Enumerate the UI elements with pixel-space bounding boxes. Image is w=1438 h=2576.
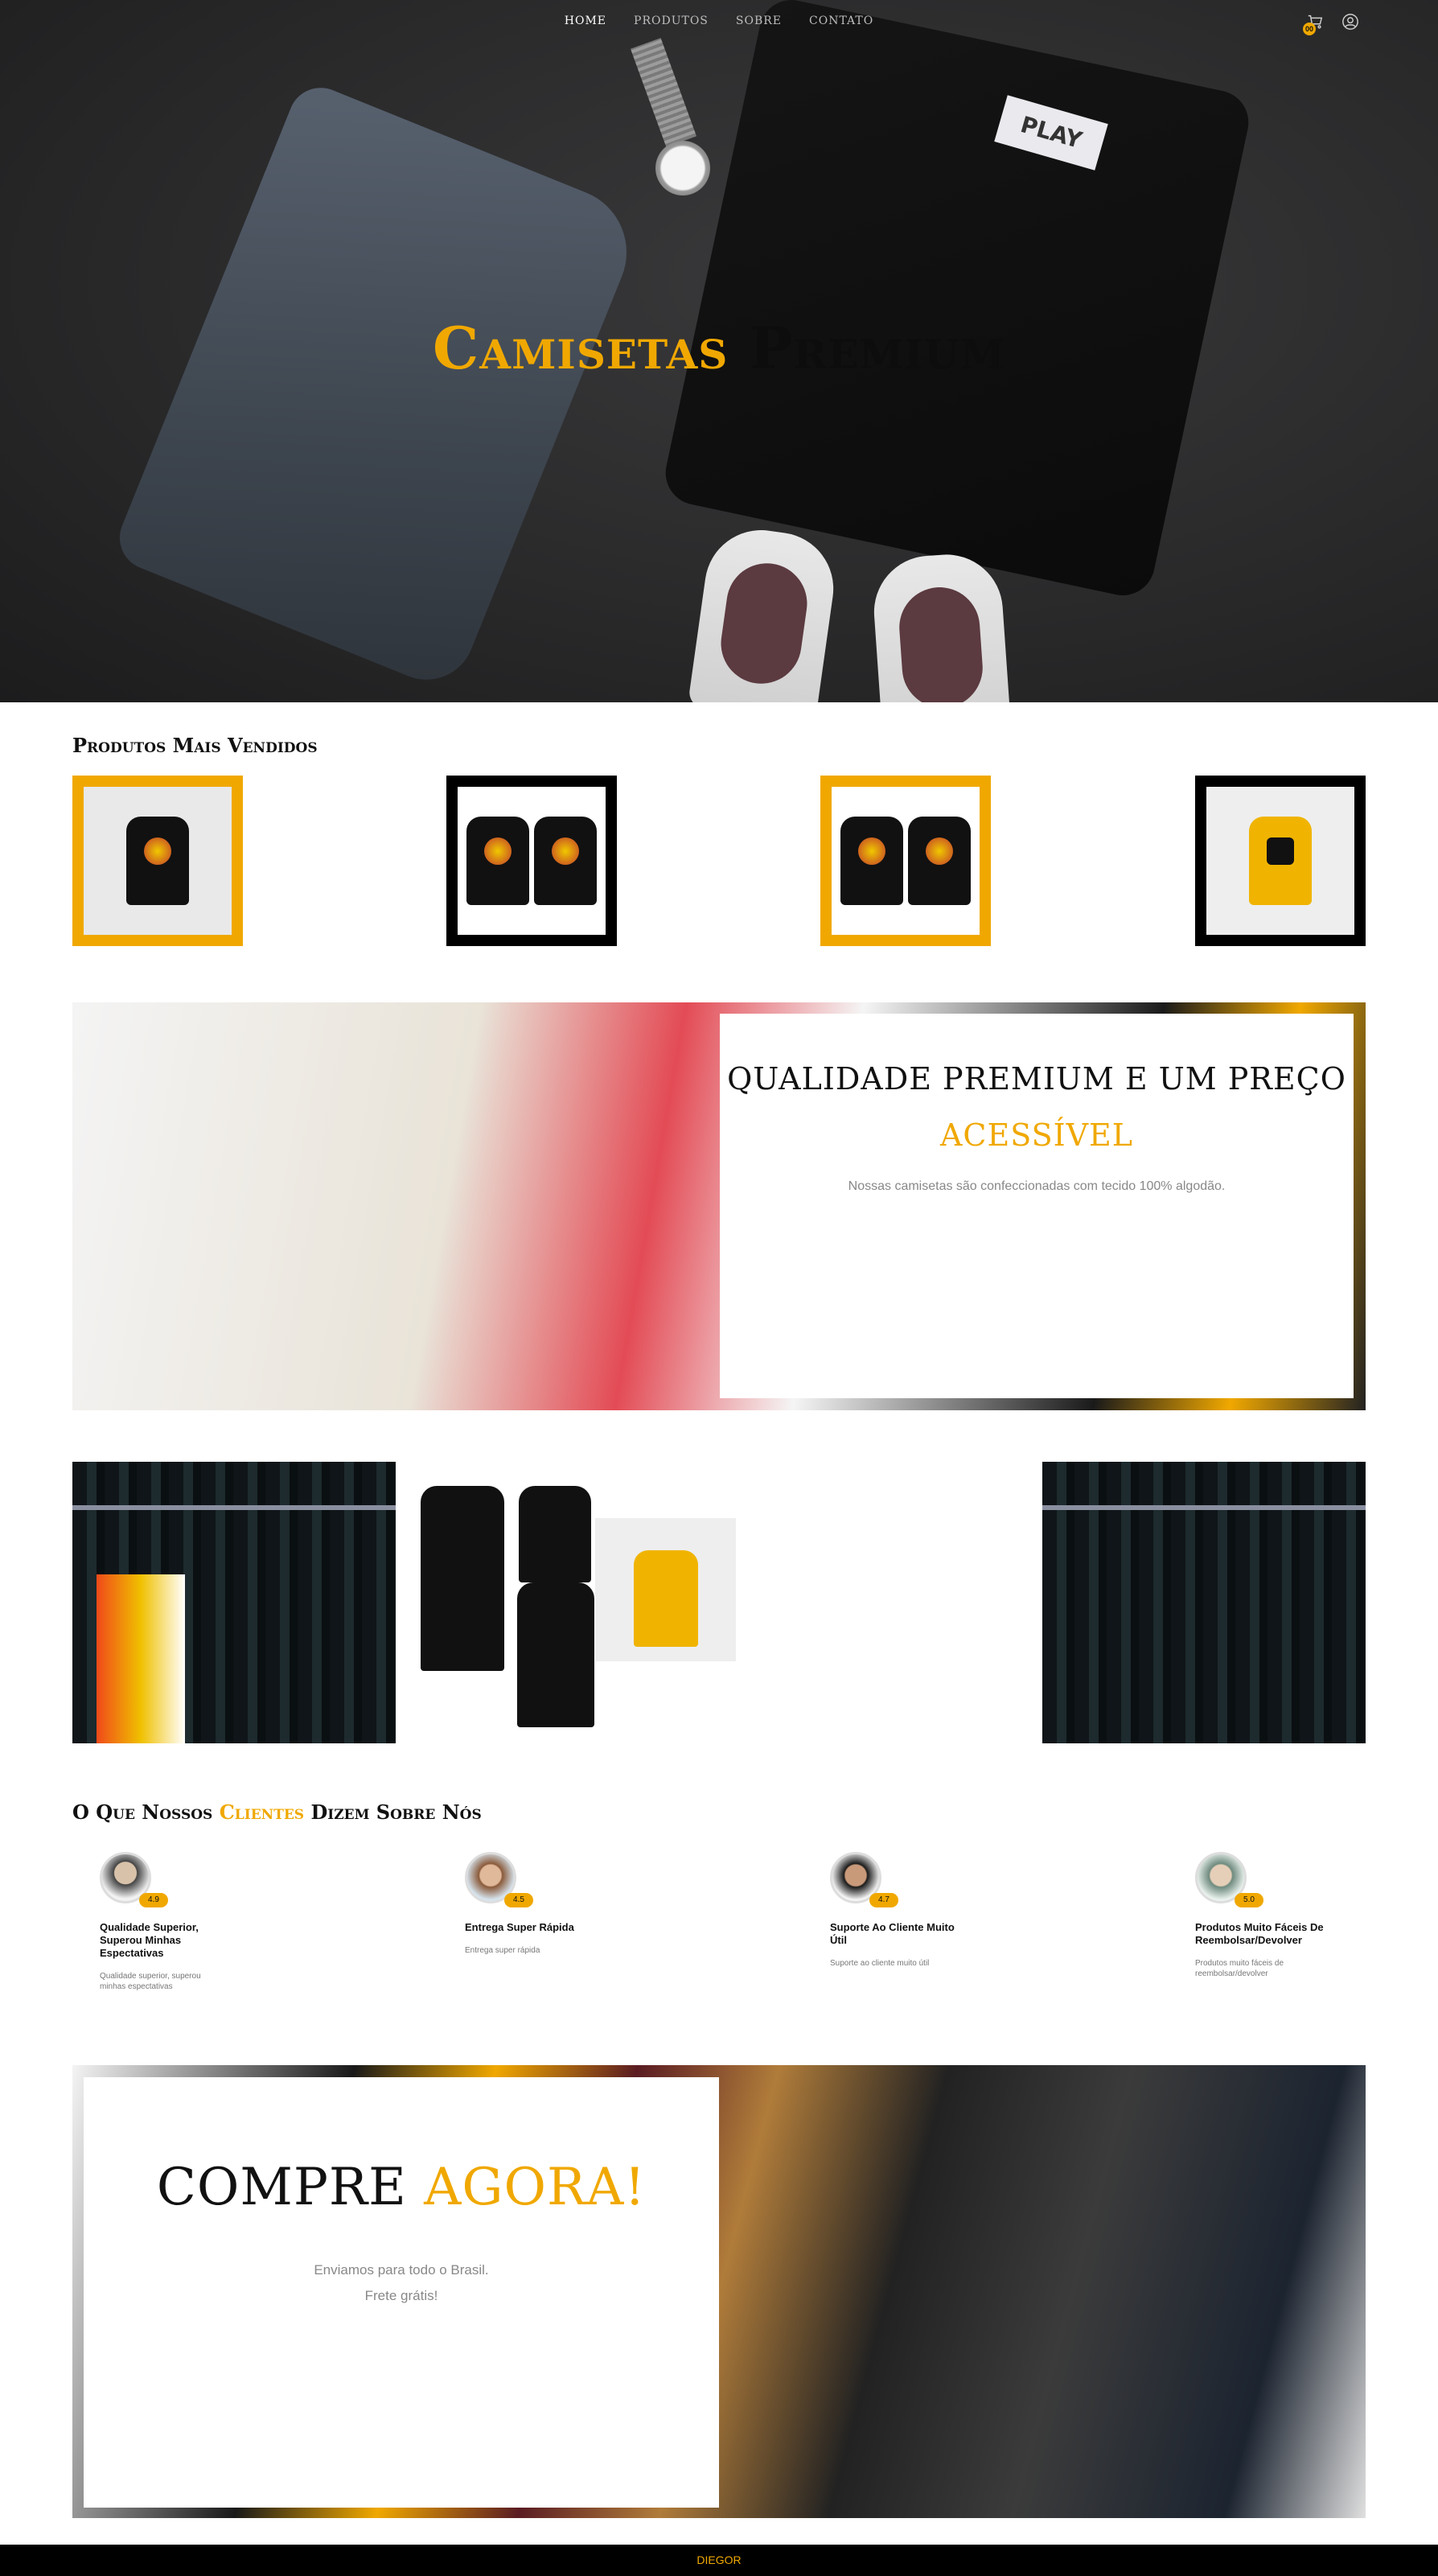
hero-section: PLAY HOME PRODUTOS SOBRE CONTATO 00 Cami…	[0, 0, 1438, 702]
testimonial-title: Produtos Muito Fáceis De Reembolsar/Devo…	[1195, 1921, 1324, 1946]
cta-headline-part2: AGORA!	[424, 2158, 647, 2217]
hero-pants-image	[109, 78, 647, 694]
avatar: 5.0	[1195, 1852, 1263, 1907]
nav-sobre[interactable]: SOBRE	[736, 14, 782, 27]
testimonials-title-part2: Clientes	[219, 1800, 305, 1824]
cart-count-badge: 00	[1303, 23, 1316, 35]
nav-produtos[interactable]: PRODUTOS	[634, 14, 709, 27]
hero-tshirt-image	[659, 0, 1255, 602]
avatar: 4.5	[465, 1852, 533, 1907]
account-button[interactable]	[1341, 13, 1359, 31]
testimonial-text: Qualidade superior, superou minhas espec…	[100, 1972, 201, 1991]
cta-card: COMPRE AGORA! Enviamos para todo o Brasi…	[84, 2077, 719, 2508]
product-card-4[interactable]	[1195, 776, 1366, 946]
testimonial-title: Qualidade Superior, Superou Minhas Espec…	[100, 1921, 199, 1959]
product-image-1	[84, 787, 232, 935]
feature-headline-part2: ACESSÍVEL	[939, 1117, 1134, 1153]
feature-headline-part1: QUALIDADE PREMIUM E UM PREÇO	[727, 1061, 1346, 1097]
feature-card: QUALIDADE PREMIUM E UM PREÇO ACESSÍVEL N…	[720, 1014, 1354, 1398]
main-nav: HOME PRODUTOS SOBRE CONTATO	[0, 14, 1438, 27]
nav-contato[interactable]: CONTATO	[809, 14, 873, 27]
product-image-4	[1206, 787, 1354, 935]
hero-watch-image	[655, 141, 710, 195]
footer-brand: DIEGOR	[696, 2553, 742, 2566]
cta-line1: Enviamos para todo o Brasil.	[314, 2262, 489, 2278]
testimonial-card-4: 5.0 Produtos Muito Fáceis De Reembolsar/…	[1168, 1852, 1324, 1979]
gallery-image-models	[414, 1462, 736, 1743]
testimonial-card-3: 4.7 Suporte Ao Cliente Muito Útil Suport…	[803, 1852, 955, 1969]
hero-title: Camisetas Premium	[0, 314, 1438, 382]
cta-line2: Frete grátis!	[364, 2288, 438, 2303]
user-icon	[1342, 14, 1358, 30]
cta-headline-part1: COMPRE	[156, 2158, 407, 2217]
nav-home[interactable]: HOME	[565, 14, 606, 27]
testimonial-title: Entrega Super Rápida	[465, 1921, 574, 1933]
avatar: 4.9	[100, 1852, 168, 1907]
testimonial-title: Suporte Ao Cliente Muito Útil	[830, 1921, 955, 1946]
product-image-2	[458, 787, 606, 935]
hero-title-word2: Premium	[749, 314, 1005, 382]
hero-title-word1: Camisetas	[432, 314, 729, 382]
cta-headline: COMPRE AGORA!	[84, 2158, 719, 2217]
cart-button[interactable]: 00	[1303, 13, 1324, 35]
rating-badge: 4.5	[504, 1893, 533, 1907]
testimonial-text: Suporte ao cliente muito útil	[830, 1959, 930, 1968]
rating-badge: 5.0	[1235, 1893, 1263, 1907]
cta-text: Enviamos para todo o Brasil. Frete gráti…	[84, 2257, 719, 2309]
testimonials-title: O Que Nossos Clientes Dizem Sobre Nós	[72, 1800, 482, 1824]
gallery-image-rack-1	[72, 1462, 396, 1743]
testimonial-card-1: 4.9 Qualidade Superior, Superou Minhas E…	[72, 1852, 217, 1992]
hero-shoe-left	[687, 522, 841, 702]
footer: DIEGOR	[0, 2545, 1438, 2576]
hero-watch-strap	[630, 38, 697, 147]
testimonials-title-part1: O Que Nossos	[72, 1800, 213, 1824]
feature-text: Nossas camisetas são confeccionadas com …	[848, 1179, 1226, 1193]
product-card-3[interactable]	[820, 776, 991, 946]
testimonials-title-part3: Dizem Sobre Nós	[310, 1800, 482, 1824]
best-sellers-title: Produtos Mais Vendidos	[72, 734, 318, 757]
feature-headline: QUALIDADE PREMIUM E UM PREÇO ACESSÍVEL	[720, 1051, 1354, 1163]
testimonial-text: Produtos muito fáceis de reembolsar/devo…	[1195, 1959, 1284, 1978]
hero-shoe-right	[870, 550, 1012, 702]
testimonial-text: Entrega super rápida	[465, 1946, 540, 1955]
rating-badge: 4.9	[139, 1893, 168, 1907]
testimonial-card-2: 4.5 Entrega Super Rápida Entrega super r…	[438, 1852, 582, 1956]
product-image-3	[832, 787, 980, 935]
product-card-1[interactable]	[72, 776, 243, 946]
gallery-image-rack-2	[1042, 1462, 1366, 1743]
avatar: 4.7	[830, 1852, 898, 1907]
product-card-2[interactable]	[446, 776, 617, 946]
rating-badge: 4.7	[869, 1893, 898, 1907]
header-actions: 00	[1303, 13, 1359, 35]
